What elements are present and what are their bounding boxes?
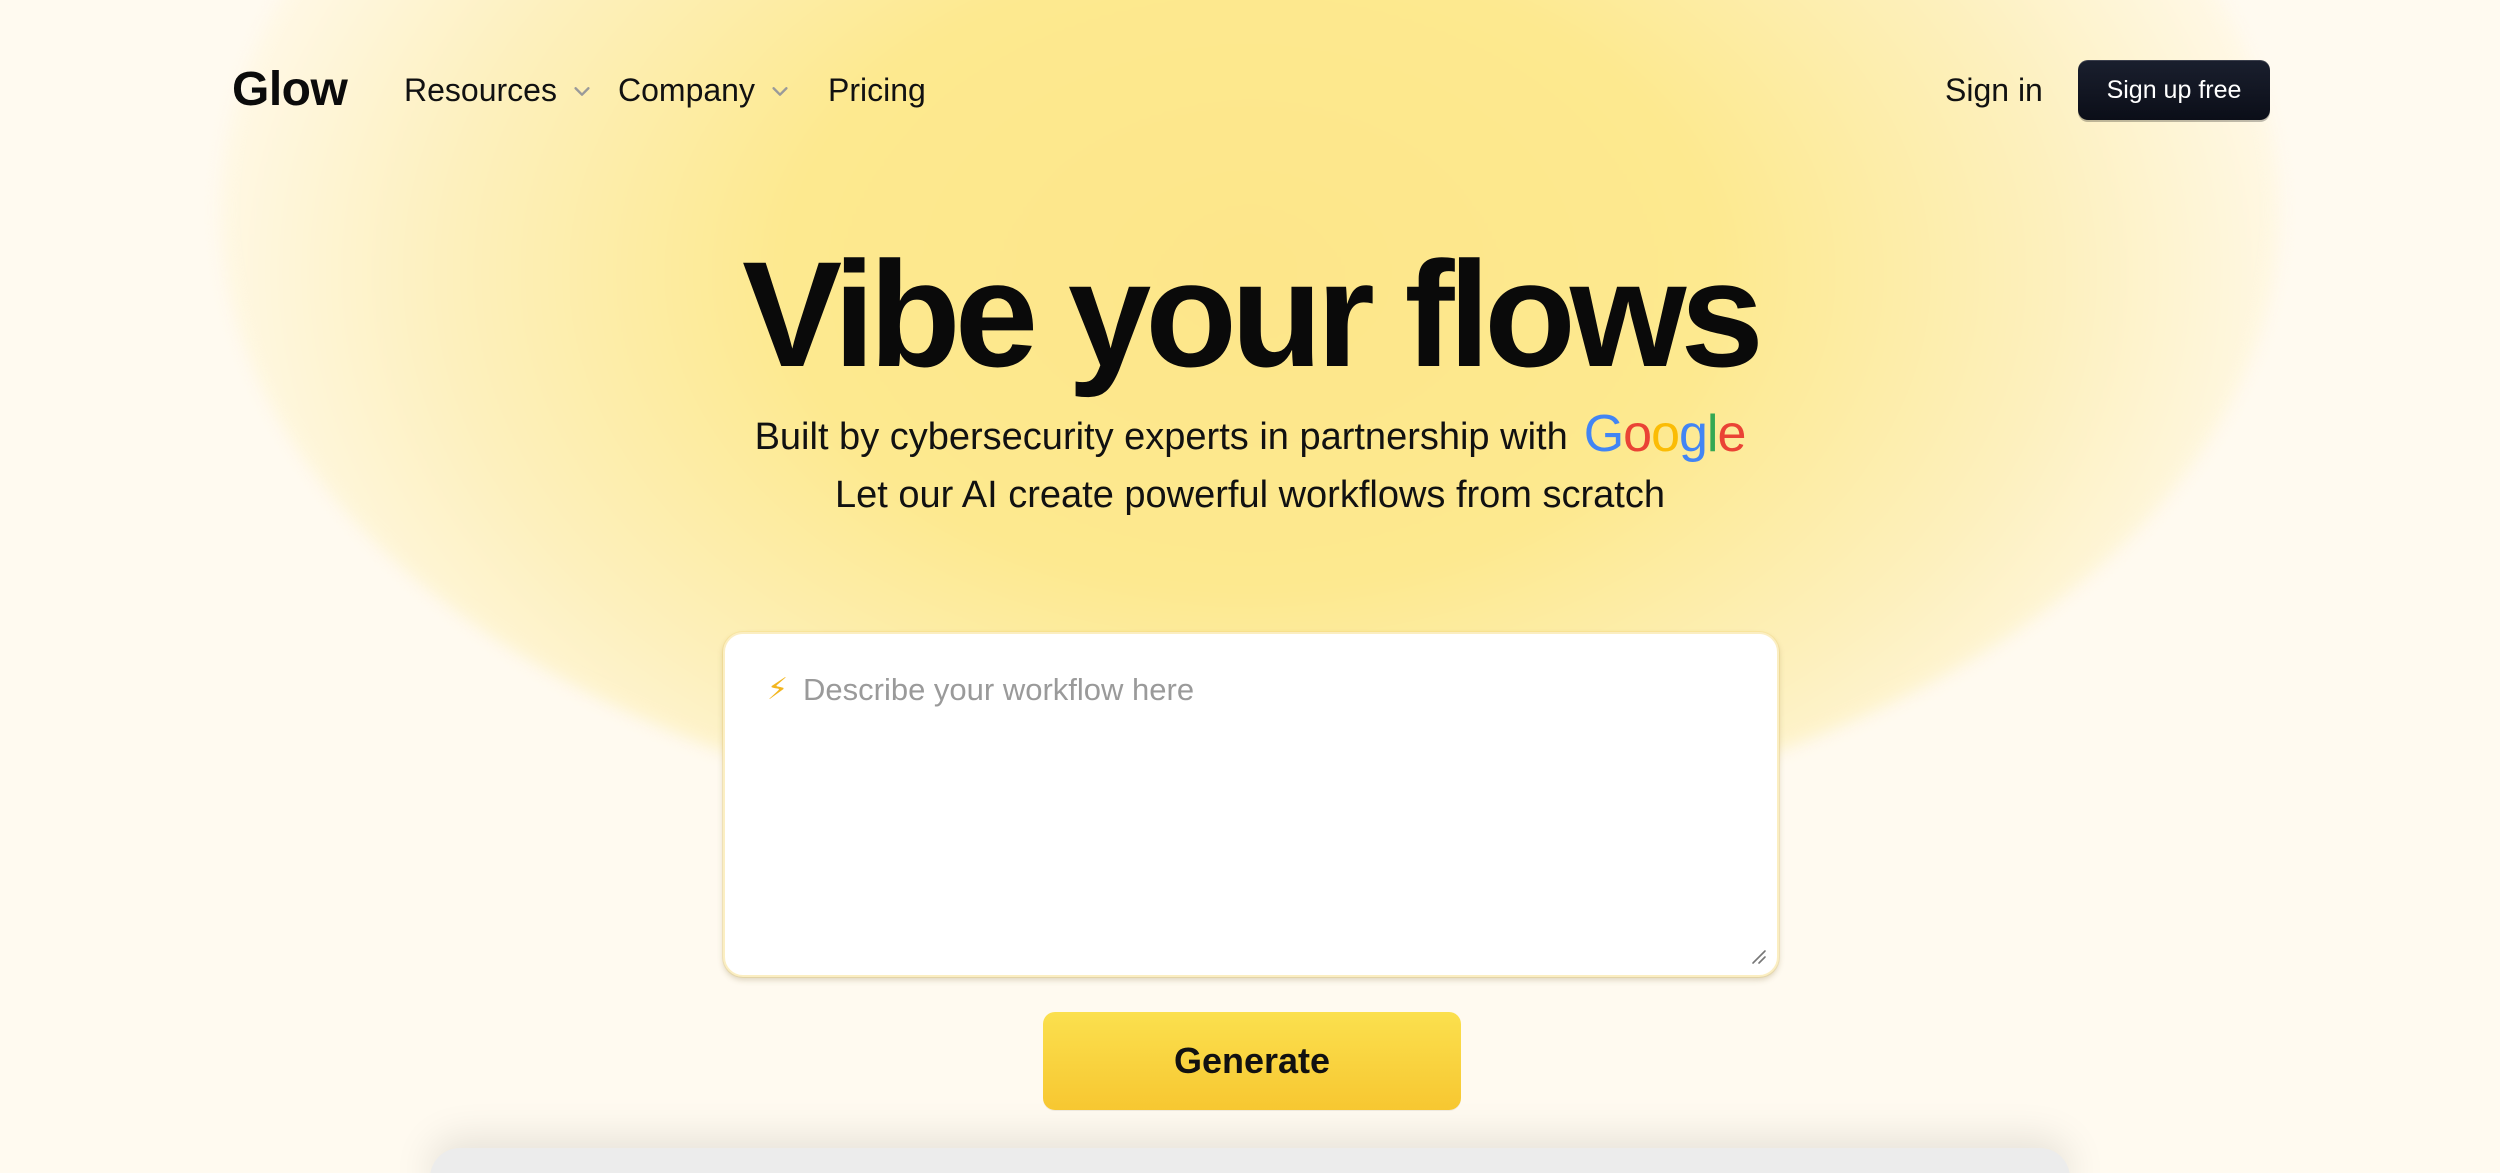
- subtitle-text: Built by cybersecurity experts in partne…: [754, 415, 1568, 458]
- nav-item-label: Pricing: [828, 72, 926, 108]
- nav-item-resources[interactable]: Resources: [404, 72, 593, 109]
- logo[interactable]: Glow: [232, 62, 348, 117]
- lightning-bolt-icon: ⚡: [767, 673, 789, 706]
- resize-handle-icon[interactable]: [1749, 947, 1767, 965]
- chevron-down-icon: [571, 80, 593, 102]
- generate-button[interactable]: Generate: [1043, 1012, 1461, 1110]
- landing-page: Glow Resources Company Pricing Sign in S…: [0, 0, 2500, 1173]
- nav-item-label: Company: [618, 72, 755, 108]
- nav-item-pricing[interactable]: Pricing: [828, 72, 926, 109]
- google-logo: Google: [1583, 405, 1747, 463]
- hero-title: Vibe your flows: [742, 230, 1764, 398]
- hero-subtitle-line1: Built by cybersecurity experts in partne…: [0, 405, 2500, 464]
- preview-panel-edge: [430, 1148, 2070, 1173]
- chevron-down-icon: [769, 80, 791, 102]
- nav-item-label: Resources: [404, 72, 557, 108]
- prompt-card: ⚡: [723, 632, 1779, 977]
- sign-in-link[interactable]: Sign in: [1945, 72, 2043, 109]
- hero-subtitle-line2: Let our AI create powerful workflows fro…: [835, 474, 1665, 516]
- top-nav: Glow Resources Company Pricing Sign in S…: [0, 0, 2500, 180]
- nav-item-company[interactable]: Company: [618, 72, 791, 109]
- workflow-prompt-input[interactable]: [803, 662, 1743, 952]
- sign-up-button[interactable]: Sign up free: [2078, 60, 2270, 120]
